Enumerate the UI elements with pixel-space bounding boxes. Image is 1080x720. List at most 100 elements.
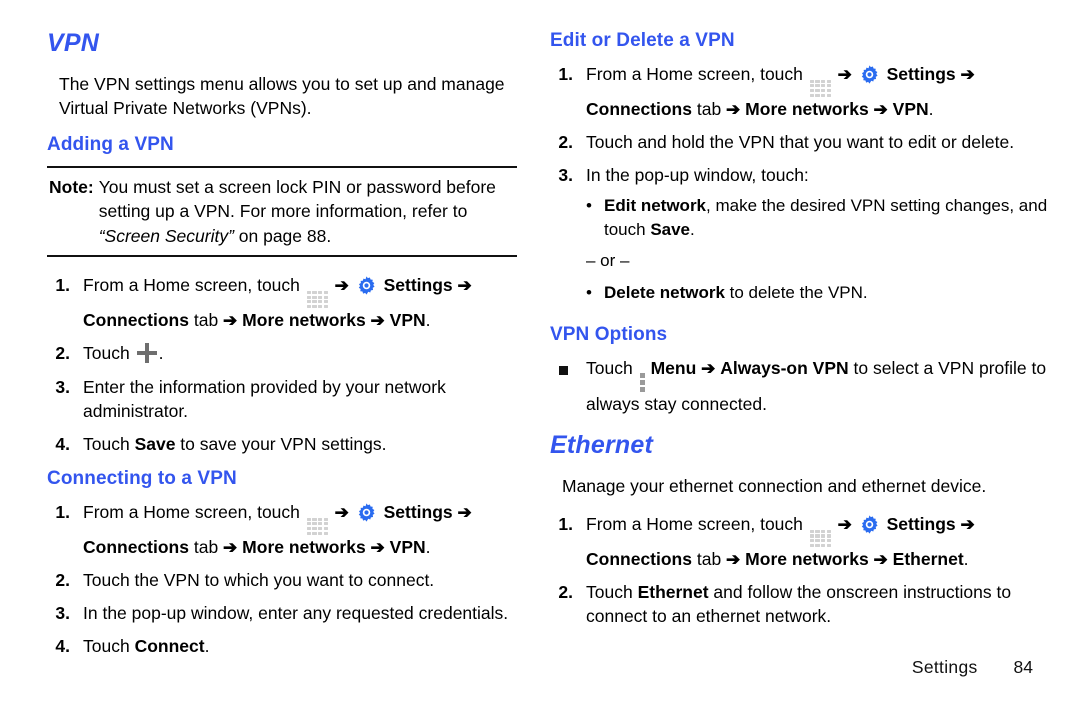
more-networks-label: More networks — [745, 548, 869, 569]
connect-label: Connect — [134, 636, 205, 657]
popup-options-list: • Edit network, make the desired VPN set… — [586, 194, 1050, 304]
step-text: From a Home screen, touch ➔ Settings ➔ C… — [83, 500, 517, 559]
arrow-icon: ➔ — [457, 276, 472, 296]
always-on-vpn-label: Always-on VPN — [720, 358, 849, 379]
step-text-tail: to save your VPN settings. — [175, 433, 387, 454]
note-text: You must set a screen lock PIN or passwo… — [99, 175, 515, 249]
arrow-icon: ➔ — [701, 359, 716, 379]
settings-gear-icon — [861, 65, 878, 84]
step-number: 2. — [558, 582, 573, 603]
heading-connecting-to-a-vpn: Connecting to a VPN — [47, 468, 237, 490]
arrow-icon: ➔ — [370, 311, 385, 330]
save-label: Save — [134, 433, 176, 454]
arrow-icon: ➔ — [223, 537, 238, 557]
vpn-label: VPN — [892, 98, 929, 119]
edit-network-label: Edit network — [604, 196, 707, 216]
step-item: 2. Touch and hold the VPN that you want … — [550, 130, 1050, 154]
ethernet-label: Ethernet — [637, 582, 709, 603]
tab-word: tab — [691, 98, 727, 119]
ethernet-steps: 1. From a Home screen, touch ➔ Settings … — [550, 512, 1050, 629]
step-number: 4. — [55, 636, 70, 657]
step-text-lead: Touch — [83, 636, 135, 657]
step-number: 2. — [55, 570, 70, 591]
heading-vpn-options: VPN Options — [550, 324, 668, 346]
step-item: 1. From a Home screen, touch ➔ Settings … — [47, 273, 517, 332]
step-item: 1. From a Home screen, touch ➔ Settings … — [550, 62, 1050, 121]
settings-label: Settings — [886, 513, 956, 534]
step-number: 2. — [55, 343, 70, 364]
step-number: 1. — [558, 513, 573, 534]
vpn-label: VPN — [389, 310, 426, 330]
settings-label: Settings — [886, 63, 956, 84]
connections-label: Connections — [586, 98, 692, 119]
step-text-lead: From a Home screen, touch — [586, 63, 808, 84]
list-item: • Delete network to delete the VPN. — [586, 281, 1050, 304]
period: . — [158, 343, 164, 364]
step-number: 4. — [55, 433, 70, 454]
vpn-label: VPN — [389, 536, 426, 557]
period: . — [204, 636, 210, 657]
ethernet-title: Ethernet — [550, 431, 654, 460]
bullet-glyph: • — [586, 282, 592, 302]
document-page: VPN The VPN settings menu allows you to … — [0, 0, 1080, 720]
connections-label: Connections — [83, 536, 189, 557]
list-item: • Edit network, make the desired VPN set… — [586, 194, 1050, 241]
bullet-glyph: • — [586, 196, 592, 216]
arrow-icon: ➔ — [223, 311, 238, 330]
step-text-lead: From a Home screen, touch — [83, 275, 305, 296]
arrow-icon: ➔ — [370, 537, 385, 557]
note-rule-bottom — [47, 255, 517, 258]
step-text-lead: From a Home screen, touch — [586, 513, 808, 534]
arrow-icon: ➔ — [726, 549, 741, 569]
apps-grid-icon — [306, 291, 328, 308]
step-item: 4. Touch Save to save your VPN settings. — [47, 432, 517, 456]
delete-network-label: Delete network — [604, 282, 725, 302]
arrow-icon: ➔ — [873, 549, 888, 569]
arrow-icon: ➔ — [960, 64, 975, 84]
step-number: 3. — [55, 603, 70, 624]
connections-label: Connections — [586, 548, 692, 569]
note-text-part1: You must set a screen lock PIN or passwo… — [98, 176, 496, 222]
menu-dots-icon — [639, 373, 647, 393]
step-text: Touch and hold the VPN that you want to … — [586, 132, 1015, 153]
step-item: 3. In the pop-up window, touch: • Edit n… — [550, 163, 1050, 312]
arrow-icon: ➔ — [837, 514, 852, 534]
arrow-icon: ➔ — [837, 64, 852, 84]
note-text-part2: on page 88. — [233, 225, 332, 246]
left-column: VPN The VPN settings menu allows you to … — [47, 29, 517, 671]
note-label: Note: — [49, 176, 94, 197]
ethernet-label: Ethernet — [892, 548, 964, 569]
period: . — [425, 536, 431, 557]
connecting-vpn-steps: 1. From a Home screen, touch ➔ Settings … — [47, 500, 517, 659]
apps-grid-icon — [306, 517, 328, 535]
step-text: Touch . — [83, 341, 517, 365]
vpn-options-text: Touch Menu ➔ Always-on VPN to select a V… — [586, 356, 1050, 416]
step-item: 2. Touch Ethernet and follow the onscree… — [550, 580, 1050, 628]
settings-gear-icon — [358, 276, 375, 295]
step-text-lead: In the pop-up window, touch: — [586, 165, 809, 186]
step-number: 1. — [55, 275, 70, 296]
step-text-lead: Touch — [83, 433, 135, 454]
delete-network-text: Delete network to delete the VPN. — [604, 281, 1050, 304]
arrow-icon: ➔ — [873, 99, 888, 119]
more-networks-label: More networks — [242, 310, 366, 330]
vpn-options-item: Touch Menu ➔ Always-on VPN to select a V… — [550, 356, 1050, 416]
more-networks-label: More networks — [242, 536, 366, 557]
page-footer: Settings 84 — [912, 657, 1033, 678]
heading-edit-or-delete-a-vpn: Edit or Delete a VPN — [550, 30, 735, 51]
save-label: Save — [650, 219, 691, 239]
note-body: Note: You must set a screen lock PIN or … — [47, 168, 517, 256]
step-text: From a Home screen, touch ➔ Settings ➔ C… — [586, 62, 1050, 121]
arrow-icon: ➔ — [334, 502, 349, 522]
edit-delete-steps: 1. From a Home screen, touch ➔ Settings … — [550, 62, 1050, 312]
step-item: 3. In the pop-up window, enter any reque… — [47, 601, 517, 625]
footer-page-number: 84 — [1013, 657, 1033, 677]
delete-network-desc: to delete the VPN. — [724, 282, 868, 302]
step-text: In the pop-up window, enter any requeste… — [83, 603, 509, 624]
step-text-lead: Touch — [586, 582, 638, 603]
apps-grid-icon — [809, 529, 831, 547]
or-separator: – or – — [586, 251, 630, 271]
step-item: 3. Enter the information provided by you… — [47, 375, 517, 423]
step-text-lead: From a Home screen, touch — [83, 501, 305, 522]
step-text: From a Home screen, touch ➔ Settings ➔ C… — [586, 512, 1050, 571]
